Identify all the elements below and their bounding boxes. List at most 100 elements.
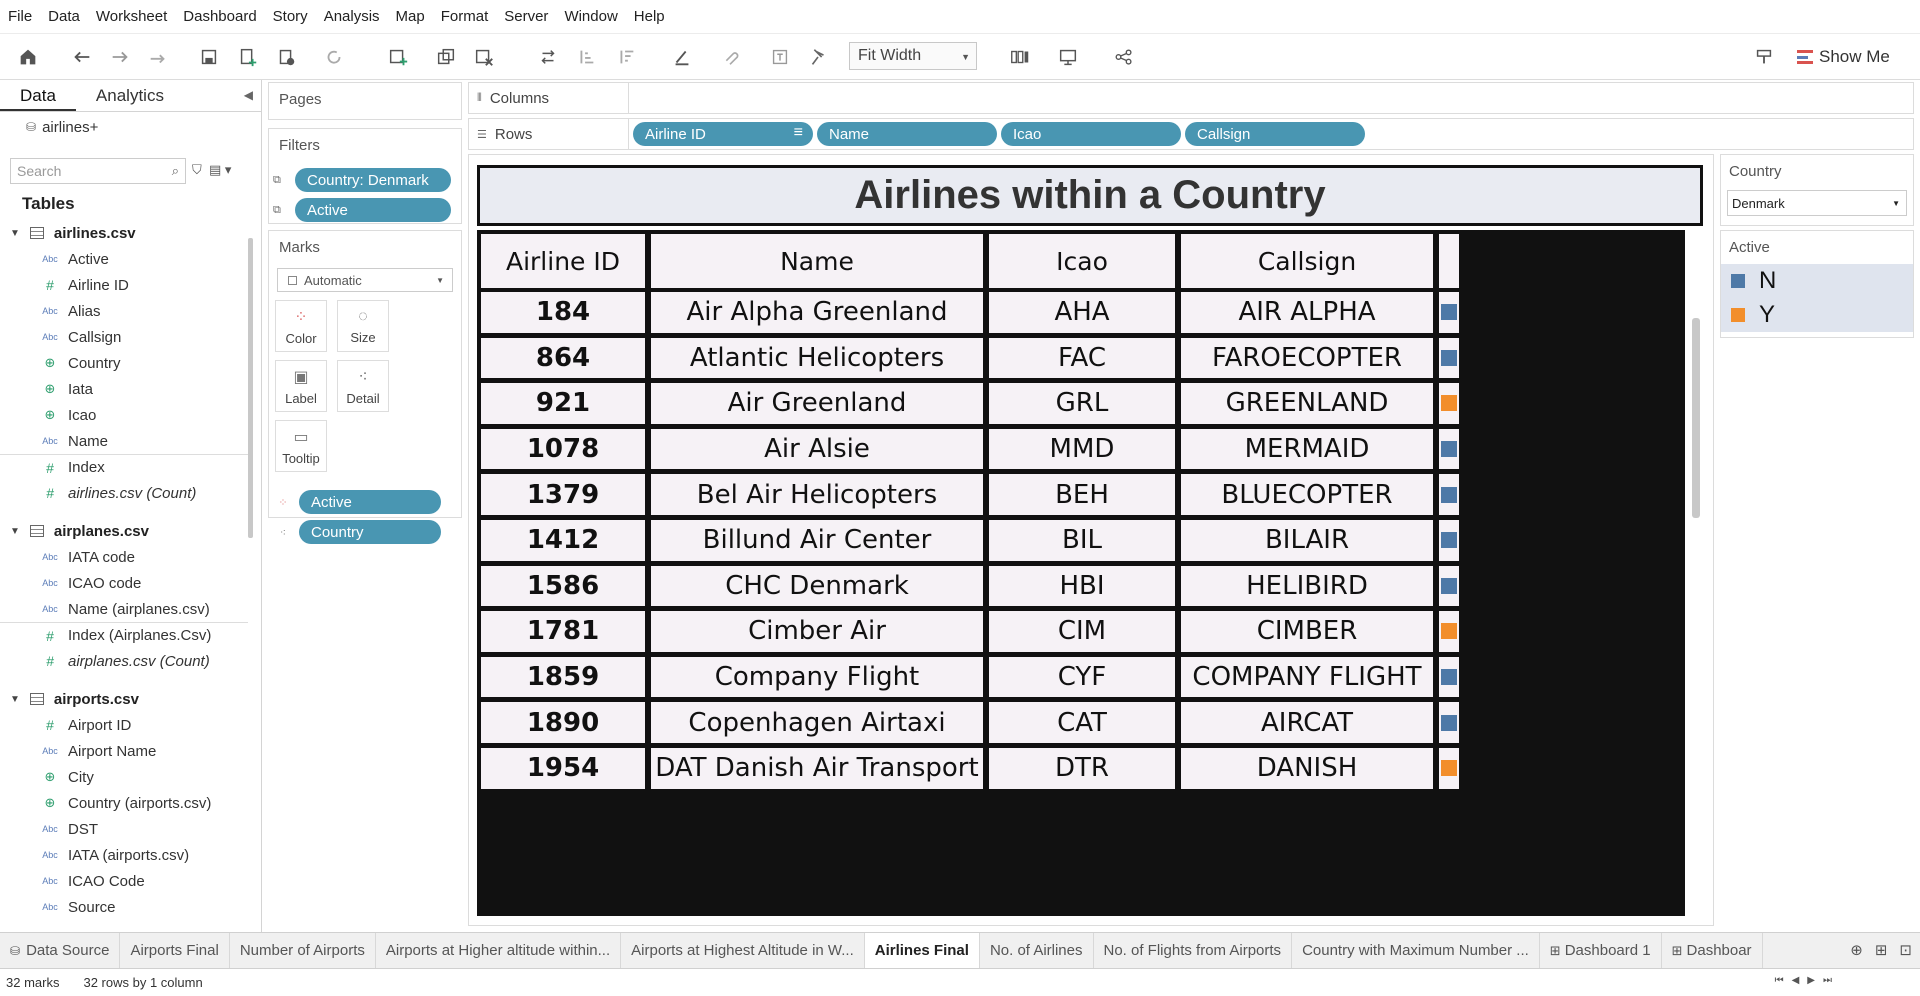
color-mark-square[interactable]	[1441, 441, 1457, 458]
highlight-icon[interactable]	[668, 44, 696, 70]
field-iata[interactable]: ⊕ Iata	[0, 376, 248, 402]
menu-format[interactable]: Format	[441, 8, 489, 25]
view-scrollbar[interactable]	[1692, 318, 1700, 518]
sheet-tab-no-of-flights-from-airports[interactable]: No. of Flights from Airports	[1094, 933, 1293, 968]
table-airports-csv[interactable]: ▼ airports.csv	[0, 686, 248, 712]
sheet-tab-country-with-maximum-number[interactable]: Country with Maximum Number ...	[1292, 933, 1540, 968]
field-country-airports-csv[interactable]: ⊕ Country (airports.csv)	[0, 790, 248, 816]
mark-cell[interactable]	[1438, 519, 1460, 562]
tab-analytics[interactable]: Analytics	[76, 80, 184, 111]
color-mark-square[interactable]	[1441, 532, 1457, 549]
mark-cell[interactable]	[1438, 655, 1460, 699]
duplicate-sheet-icon[interactable]	[432, 44, 460, 70]
mark-cell[interactable]	[1438, 701, 1460, 744]
mark-cell[interactable]	[1438, 564, 1460, 608]
pages-card[interactable]: Pages	[268, 82, 462, 120]
sheet-tab-airports-at-highest-altitude-in-w[interactable]: Airports at Highest Altitude in W...	[621, 933, 865, 968]
fix-axes-icon[interactable]	[804, 44, 832, 70]
field-icao-code[interactable]: Abc ICAO Code	[0, 868, 248, 894]
field-city[interactable]: ⊕ City	[0, 764, 248, 790]
menu-map[interactable]: Map	[396, 8, 425, 25]
collapse-pane-icon[interactable]: ◀	[244, 88, 253, 102]
redo-icon[interactable]	[106, 44, 134, 70]
legend-item-y[interactable]: Y	[1721, 298, 1913, 332]
show-me-button[interactable]: Show Me	[1797, 44, 1890, 70]
detail-button[interactable]: ⁖ Detail	[337, 360, 389, 412]
share-icon[interactable]	[1110, 44, 1138, 70]
filters-card[interactable]: Filters ⧉ Country: Denmark ⧉ Active	[268, 128, 462, 224]
legend-item-n[interactable]: N	[1721, 264, 1913, 298]
color-button[interactable]: ⁘ Color	[275, 300, 327, 352]
format-painter-icon[interactable]	[1750, 44, 1778, 70]
column-header-airline-id[interactable]: Airline ID	[480, 233, 646, 289]
data-source-item[interactable]: ⛁ airlines+	[0, 112, 261, 142]
sheet-tab-no-of-airlines[interactable]: No. of Airlines	[980, 933, 1094, 968]
menu-server[interactable]: Server	[504, 8, 548, 25]
columns-shelf[interactable]: ⦀ Columns	[468, 82, 1914, 114]
sheet-tab-airports-at-higher-altitude-within[interactable]: Airports at Higher altitude within...	[376, 933, 622, 968]
new-data-source-icon[interactable]	[234, 44, 262, 70]
rows-pill-icao[interactable]: Icao	[1001, 122, 1181, 146]
refresh-icon[interactable]	[320, 44, 348, 70]
field-airport-id[interactable]: # Airport ID	[0, 712, 248, 738]
mark-cell[interactable]	[1438, 473, 1460, 516]
pause-updates-icon[interactable]	[272, 44, 300, 70]
color-mark-square[interactable]	[1441, 395, 1457, 412]
column-header-icao[interactable]: Icao	[988, 233, 1176, 289]
sheet-tab-airlines-final[interactable]: Airlines Final	[864, 933, 980, 968]
field-country[interactable]: ⊕ Country	[0, 350, 248, 376]
clear-sheet-icon[interactable]	[470, 44, 498, 70]
mark-cell[interactable]	[1438, 291, 1460, 334]
field-source[interactable]: Abc Source	[0, 894, 248, 920]
data-pane-scrollbar[interactable]	[248, 238, 253, 538]
group-members-icon[interactable]	[716, 44, 744, 70]
country-dropdown[interactable]: Denmark ▼	[1727, 190, 1907, 216]
new-dashboard-tab-icon[interactable]: ⊞	[1875, 941, 1888, 959]
filter-pill-country[interactable]: Country: Denmark	[295, 168, 451, 192]
color-mark-square[interactable]	[1441, 669, 1457, 686]
mark-cell[interactable]	[1438, 427, 1460, 471]
mark-active[interactable]: ⁘ Active	[273, 490, 457, 514]
field-index-airplanes-csv[interactable]: # Index (Airplanes.Csv)	[0, 622, 248, 648]
mark-cell[interactable]	[1438, 610, 1460, 653]
sheet-tab-dashboar[interactable]: ⊞ Dashboar	[1662, 933, 1763, 968]
sort-descending-icon[interactable]	[612, 44, 640, 70]
field-dst[interactable]: Abc DST	[0, 816, 248, 842]
mark-cell[interactable]	[1438, 382, 1460, 425]
menu-worksheet[interactable]: Worksheet	[96, 8, 167, 25]
color-mark-square[interactable]	[1441, 486, 1457, 503]
mark-pill-country[interactable]: Country	[299, 520, 441, 544]
replay-icon[interactable]	[144, 44, 172, 70]
field-index[interactable]: # Index	[0, 454, 248, 480]
fit-width-dropdown[interactable]: Fit Width ▼	[849, 42, 977, 70]
rows-pill-name[interactable]: Name	[817, 122, 997, 146]
sheet-navigation-icon[interactable]: ⏮◀▶⏭	[1775, 975, 1840, 986]
filter-fields-icon[interactable]: ⛉ ▤ ▾	[192, 162, 231, 178]
menu-story[interactable]: Story	[273, 8, 308, 25]
mark-pill-active[interactable]: Active	[299, 490, 441, 514]
color-mark-square[interactable]	[1441, 577, 1457, 594]
color-mark-square[interactable]	[1441, 760, 1457, 777]
size-button[interactable]: ◌ Size	[337, 300, 389, 352]
field-airplanes-csv-count[interactable]: # airplanes.csv (Count)	[0, 648, 248, 674]
filter-pill-active[interactable]: Active	[295, 198, 451, 222]
mark-type-dropdown[interactable]: Automatic ▼	[277, 268, 453, 292]
mark-cell[interactable]	[1438, 747, 1460, 790]
menu-analysis[interactable]: Analysis	[324, 8, 380, 25]
field-name-airplanes-csv[interactable]: Abc Name (airplanes.csv)	[0, 596, 248, 622]
new-worksheet-tab-icon[interactable]: ⊕	[1850, 941, 1863, 959]
rows-pill-airline-id[interactable]: Airline ID	[633, 122, 813, 146]
new-story-tab-icon[interactable]: ⊡	[1899, 941, 1912, 959]
field-iata-code[interactable]: Abc IATA code	[0, 544, 248, 570]
column-header-callsign[interactable]: Callsign	[1180, 233, 1434, 289]
new-worksheet-icon[interactable]	[384, 44, 412, 70]
presentation-mode-icon[interactable]	[1054, 44, 1082, 70]
filter-country[interactable]: ⧉ Country: Denmark	[273, 168, 457, 192]
save-icon[interactable]	[195, 44, 223, 70]
tooltip-button[interactable]: ▭ Tooltip	[275, 420, 327, 472]
menu-data[interactable]: Data	[48, 8, 80, 25]
mark-country[interactable]: ⁖ Country	[273, 520, 457, 544]
rows-pill-callsign[interactable]: Callsign	[1185, 122, 1365, 146]
show-mark-labels-icon[interactable]	[766, 44, 794, 70]
rows-shelf[interactable]: ☰ Rows Airline ID Name Icao Callsign	[468, 118, 1914, 150]
